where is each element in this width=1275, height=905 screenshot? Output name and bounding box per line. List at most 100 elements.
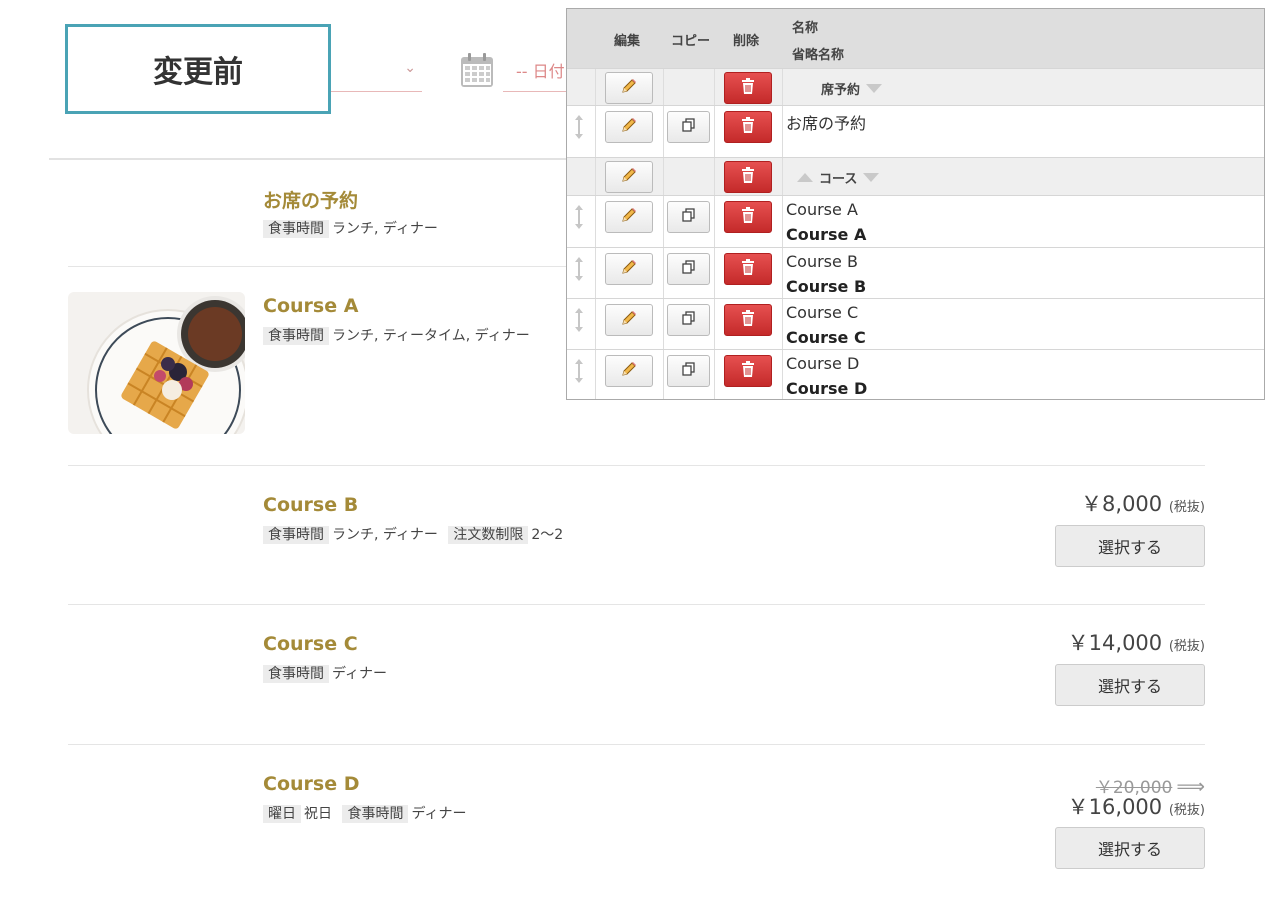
column-divider xyxy=(714,350,715,399)
item-name: お席の予約 xyxy=(786,114,867,133)
item-tags: 食事時間 ランチ, ディナー xyxy=(263,218,444,238)
column-divider xyxy=(595,299,596,349)
price: ￥8,000 (税抜) xyxy=(1081,488,1205,518)
column-divider xyxy=(782,196,783,247)
tag-label: 食事時間 xyxy=(342,805,409,823)
copy-icon xyxy=(681,361,697,381)
table-row: Course A Course A xyxy=(567,195,1264,247)
copy-icon xyxy=(681,259,697,279)
drag-handle-icon[interactable] xyxy=(573,114,585,140)
drag-handle-icon[interactable] xyxy=(573,358,585,384)
copy-button[interactable] xyxy=(667,201,710,233)
header-name: 名称 xyxy=(792,21,819,36)
drag-handle-icon[interactable] xyxy=(573,204,585,230)
tag-value: 祝日 xyxy=(304,806,332,822)
edit-button[interactable] xyxy=(605,161,653,193)
date-input[interactable]: -- 日付 xyxy=(503,46,573,92)
select-button[interactable]: 選択する xyxy=(1055,664,1205,706)
tag-label: 食事時間 xyxy=(263,327,329,345)
calendar-icon[interactable] xyxy=(460,52,494,88)
tag-value: ディナー xyxy=(411,806,467,822)
select-button[interactable]: 選択する xyxy=(1055,525,1205,567)
table-row: お席の予約 xyxy=(567,105,1264,157)
column-divider xyxy=(782,158,783,195)
item-name: Course B xyxy=(786,252,858,271)
pencil-icon xyxy=(620,116,638,138)
delete-button[interactable] xyxy=(724,304,772,336)
item-short-name: Course D xyxy=(786,379,868,398)
tag-label: 食事時間 xyxy=(263,526,329,544)
move-down-icon[interactable] xyxy=(863,173,880,182)
tax-note: (税抜) xyxy=(1168,639,1205,654)
group-label: コース xyxy=(797,168,880,187)
price: ￥16,000 (税抜) xyxy=(1068,791,1205,821)
trash-icon xyxy=(740,309,756,331)
edit-button[interactable] xyxy=(605,72,653,104)
edit-button[interactable] xyxy=(605,304,653,336)
header-short-name: 省略名称 xyxy=(792,48,845,63)
trash-icon xyxy=(740,77,756,99)
price-value: ￥14,000 xyxy=(1067,631,1163,655)
copy-button[interactable] xyxy=(667,304,710,336)
tag-label: 曜日 xyxy=(263,805,301,823)
tag-label: 食事時間 xyxy=(263,665,329,683)
before-label: 変更前 xyxy=(65,24,331,114)
pencil-icon xyxy=(620,206,638,228)
delete-button[interactable] xyxy=(724,161,772,193)
item-title: Course A xyxy=(263,295,359,317)
move-down-icon[interactable] xyxy=(866,84,883,93)
tag-value: 2～2 xyxy=(531,527,564,543)
waffle-photo xyxy=(68,292,245,434)
copy-button[interactable] xyxy=(667,111,710,143)
column-divider xyxy=(782,299,783,349)
column-divider xyxy=(663,248,664,298)
copy-button[interactable] xyxy=(667,253,710,285)
tax-note: (税抜) xyxy=(1168,803,1205,818)
delete-button[interactable] xyxy=(724,72,772,104)
pencil-icon xyxy=(620,77,638,99)
tag-value: ランチ, ディナー xyxy=(332,221,438,237)
category-select[interactable]: ⌄ xyxy=(330,46,422,92)
select-button[interactable]: 選択する xyxy=(1055,827,1205,869)
column-divider xyxy=(595,196,596,247)
drag-handle-icon[interactable] xyxy=(573,307,585,333)
copy-button[interactable] xyxy=(667,355,710,387)
column-divider xyxy=(595,106,596,157)
column-divider xyxy=(663,106,664,157)
delete-button[interactable] xyxy=(724,201,772,233)
group-name: 席予約 xyxy=(821,83,861,98)
admin-table: 編集 コピー 削除 名称 省略名称 席予約 お席の予約 コース Course A Cou… xyxy=(566,8,1265,400)
delete-button[interactable] xyxy=(724,355,772,387)
list-item: Course B 食事時間 ランチ, ディナー 注文数制限 2～2 ￥8,000 (… xyxy=(68,466,1205,604)
pencil-icon xyxy=(620,166,638,188)
tag-value: ランチ, ティータイム, ディナー xyxy=(332,328,530,344)
delete-button[interactable] xyxy=(724,253,772,285)
move-up-icon[interactable] xyxy=(797,173,813,182)
group-row: 席予約 xyxy=(567,68,1264,105)
copy-icon xyxy=(681,310,697,330)
trash-icon xyxy=(740,166,756,188)
item-title: お席の予約 xyxy=(263,190,359,212)
column-divider xyxy=(663,158,664,195)
column-divider xyxy=(714,248,715,298)
edit-button[interactable] xyxy=(605,111,653,143)
pencil-icon xyxy=(620,360,638,382)
item-tags: 食事時間 ランチ, ティータイム, ディナー xyxy=(263,325,536,345)
column-divider xyxy=(714,69,715,105)
edit-button[interactable] xyxy=(605,253,653,285)
group-name: コース xyxy=(819,172,858,187)
drag-handle-icon[interactable] xyxy=(573,256,585,282)
copy-icon xyxy=(681,117,697,137)
group-label: 席予約 xyxy=(821,79,883,98)
tax-note: (税抜) xyxy=(1168,500,1205,515)
chevron-down-icon: ⌄ xyxy=(404,60,416,76)
delete-button[interactable] xyxy=(724,111,772,143)
column-divider xyxy=(714,158,715,195)
edit-button[interactable] xyxy=(605,355,653,387)
trash-icon xyxy=(740,258,756,280)
edit-button[interactable] xyxy=(605,201,653,233)
table-row: Course B Course B xyxy=(567,247,1264,298)
page: 変更前 ⌄ -- 日付 お席の予約 食事時間 ランチ, ディナー Course … xyxy=(0,0,1275,905)
item-name: Course A xyxy=(786,200,858,219)
price: ￥14,000 (税抜) xyxy=(1068,627,1205,657)
